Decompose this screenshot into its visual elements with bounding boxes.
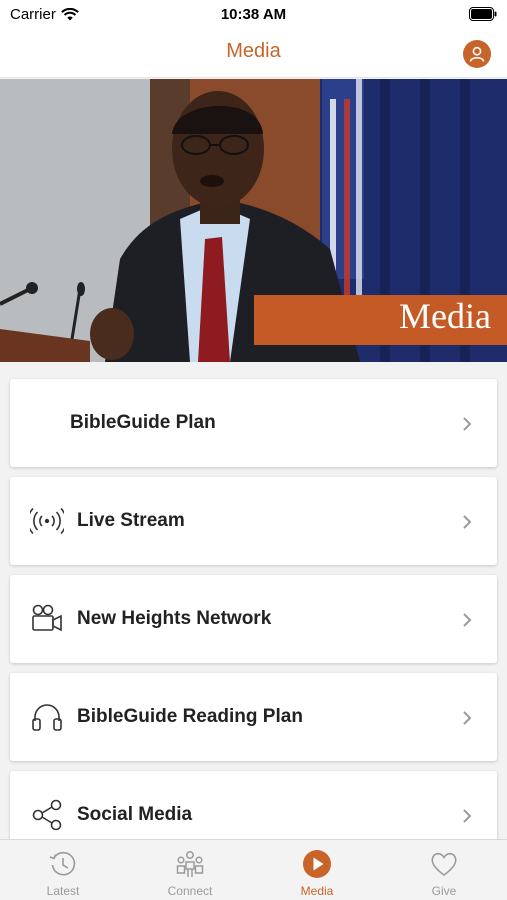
share-icon xyxy=(32,799,62,831)
tab-bar: Latest Connect Media Give xyxy=(0,839,507,900)
tab-label: Latest xyxy=(46,884,80,898)
menu-item-new-heights-network[interactable]: New Heights Network xyxy=(10,575,497,663)
hero-banner: Media xyxy=(0,79,507,362)
tab-label: Connect xyxy=(167,884,213,898)
menu-item-bibleguide-plan[interactable]: BibleGuide Plan xyxy=(10,379,497,467)
chevron-right-icon xyxy=(463,515,472,529)
history-icon xyxy=(49,851,76,876)
menu-item-live-stream[interactable]: Live Stream xyxy=(10,477,497,565)
heart-icon xyxy=(431,852,457,876)
menu-item-label: BibleGuide Reading Plan xyxy=(77,706,303,727)
navigation-bar: Media xyxy=(0,30,507,78)
user-icon xyxy=(469,46,485,62)
menu-item-bibleguide-reading-plan[interactable]: BibleGuide Reading Plan xyxy=(10,673,497,761)
hero-label: Media xyxy=(399,296,491,336)
headphones-icon xyxy=(32,704,62,731)
chevron-right-icon xyxy=(463,711,472,725)
people-icon xyxy=(176,851,204,877)
menu-item-label: Live Stream xyxy=(77,510,185,531)
status-bar: Carrier 10:38 AM xyxy=(0,0,507,30)
broadcast-icon xyxy=(30,507,64,535)
chevron-right-icon xyxy=(463,417,472,431)
tab-latest[interactable]: Latest xyxy=(0,840,126,900)
menu-item-label: BibleGuide Plan xyxy=(70,412,216,433)
chevron-right-icon xyxy=(463,613,472,627)
tab-connect[interactable]: Connect xyxy=(127,840,253,900)
page-title: Media xyxy=(226,40,281,62)
play-icon xyxy=(303,850,331,878)
tab-media[interactable]: Media xyxy=(254,840,380,900)
tab-label: Give xyxy=(431,884,457,898)
video-camera-icon xyxy=(32,604,62,632)
menu-item-label: New Heights Network xyxy=(77,608,272,629)
tab-give[interactable]: Give xyxy=(381,840,507,900)
profile-button[interactable] xyxy=(463,40,491,68)
status-time: 10:38 AM xyxy=(220,6,287,23)
chevron-right-icon xyxy=(463,809,472,823)
tab-label: Media xyxy=(300,884,334,898)
battery-icon xyxy=(469,7,497,25)
